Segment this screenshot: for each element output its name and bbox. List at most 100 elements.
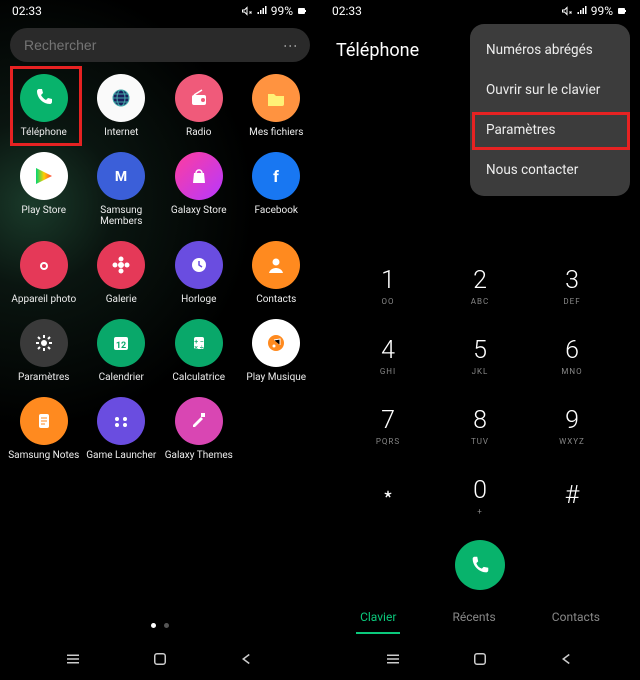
- key-number: 7: [381, 406, 395, 435]
- app-label: Contacts: [256, 294, 296, 305]
- dialpad-key-star[interactable]: ﹡: [342, 466, 434, 526]
- app-appareil-photo[interactable]: Appareil photo: [6, 241, 82, 305]
- app-icon: [20, 74, 68, 122]
- dialpad-key-6[interactable]: 6MNO: [526, 326, 618, 386]
- key-letters: TUV: [471, 437, 489, 446]
- tab-récents[interactable]: Récents: [449, 602, 500, 634]
- key-number: 6: [565, 336, 579, 365]
- app-icon: [175, 241, 223, 289]
- page-indicator[interactable]: [0, 623, 320, 628]
- app-icon: [175, 397, 223, 445]
- nav-home-icon[interactable]: [151, 650, 169, 668]
- app-label: Calendrier: [99, 372, 144, 383]
- app-paramètres[interactable]: Paramètres: [6, 319, 82, 383]
- nav-recents-icon[interactable]: [384, 650, 402, 668]
- dialpad-key-2[interactable]: 2ABC: [434, 256, 526, 316]
- page-dot-1[interactable]: [151, 623, 156, 628]
- phone-icon: [469, 554, 491, 576]
- app-label: Mes fichiers: [249, 127, 303, 138]
- status-battery-pct: 99%: [591, 4, 613, 18]
- app-internet[interactable]: Internet: [84, 74, 160, 138]
- app-calendrier[interactable]: 12 Calendrier: [84, 319, 160, 383]
- app-icon: [20, 241, 68, 289]
- nav-recents-icon[interactable]: [64, 650, 82, 668]
- dialpad-key-5[interactable]: 5JKL: [434, 326, 526, 386]
- dialpad: 1OO2ABC3DEF4GHI5JKL6MNO7PQRS8TUV9WXYZ﹡0+…: [320, 256, 640, 526]
- status-bar: 02:33 99%: [0, 0, 320, 22]
- app-label: Galaxy Store: [171, 205, 227, 216]
- menu-item-ouvrir-sur-le-clavier[interactable]: Ouvrir sur le clavier: [470, 70, 630, 110]
- key-letters: OO: [381, 297, 394, 306]
- dialpad-key-4[interactable]: 4 GHI: [342, 326, 434, 386]
- key-number: 0: [473, 476, 487, 505]
- app-galaxy-store[interactable]: Galaxy Store: [161, 152, 237, 227]
- tab-clavier[interactable]: Clavier: [356, 602, 400, 634]
- app-icon: [20, 397, 68, 445]
- app-icon: M: [97, 152, 145, 200]
- app-game-launcher[interactable]: Game Launcher: [84, 397, 160, 461]
- menu-item-paramètres[interactable]: Paramètres: [470, 110, 630, 150]
- status-time: 02:33: [332, 4, 362, 18]
- nav-back-icon[interactable]: [238, 650, 256, 668]
- app-icon: [175, 74, 223, 122]
- nav-back-icon[interactable]: [558, 650, 576, 668]
- dialpad-key-3[interactable]: 3DEF: [526, 256, 618, 316]
- dialpad-key-0[interactable]: 0+: [434, 466, 526, 526]
- app-label: Calculatrice: [172, 372, 225, 383]
- dialpad-key-hash[interactable]: #: [526, 466, 618, 526]
- overflow-menu: Numéros abrégésOuvrir sur le clavierPara…: [470, 24, 630, 196]
- app-icon: 12: [97, 319, 145, 367]
- app-label: Galerie: [106, 294, 137, 305]
- app-galaxy-themes[interactable]: Galaxy Themes: [161, 397, 237, 461]
- app-téléphone[interactable]: Téléphone: [6, 74, 82, 138]
- status-indicators: 99%: [561, 4, 628, 18]
- svg-text:M: M: [115, 169, 127, 185]
- key-number: 1: [381, 266, 395, 295]
- screen-phone-dialer: 02:33 99% Téléphone Numéros abrégésOuvri…: [320, 0, 640, 680]
- page-dot-2[interactable]: [164, 623, 169, 628]
- menu-item-numéros-abrégés[interactable]: Numéros abrégés: [470, 30, 630, 70]
- app-samsung-notes[interactable]: Samsung Notes: [6, 397, 82, 461]
- battery-icon: [296, 5, 308, 17]
- key-letters: PQRS: [376, 437, 400, 446]
- app-facebook[interactable]: f Facebook: [239, 152, 315, 227]
- app-grid: TéléphoneInternetRadio Mes fichiers Play S…: [0, 68, 320, 461]
- dialpad-key-8[interactable]: 8 TUV: [434, 396, 526, 456]
- mute-icon: [561, 5, 573, 17]
- key-number: 4: [381, 336, 395, 365]
- status-battery-pct: 99%: [271, 4, 293, 18]
- app-play-store[interactable]: Play Store: [6, 152, 82, 227]
- tab-contacts[interactable]: Contacts: [548, 602, 604, 634]
- dialpad-key-7[interactable]: 7 PQRS: [342, 396, 434, 456]
- app-label: Facebook: [255, 205, 298, 216]
- key-number: 8: [473, 406, 487, 435]
- app-icon: + −× ÷: [175, 319, 223, 367]
- menu-item-nous-contacter[interactable]: Nous contacter: [470, 150, 630, 190]
- search-bar[interactable]: ⋮: [10, 28, 310, 62]
- app-galerie[interactable]: Galerie: [84, 241, 160, 305]
- nav-home-icon[interactable]: [471, 650, 489, 668]
- app-horloge[interactable]: Horloge: [161, 241, 237, 305]
- app-radio[interactable]: Radio: [161, 74, 237, 138]
- call-button[interactable]: [455, 540, 505, 590]
- app-calculatrice[interactable]: + −× ÷ Calculatrice: [161, 319, 237, 383]
- dialpad-key-9[interactable]: 9WXYZ: [526, 396, 618, 456]
- dialpad-key-1[interactable]: 1 OO: [342, 256, 434, 316]
- svg-text:f: f: [273, 167, 279, 186]
- app-icon: [20, 319, 68, 367]
- app-mes-fichiers[interactable]: Mes fichiers: [239, 74, 315, 138]
- app-play-musique[interactable]: Play Musique: [239, 319, 315, 383]
- status-bar: 02:33 99%: [320, 0, 640, 22]
- app-icon: [97, 74, 145, 122]
- search-input[interactable]: [24, 37, 276, 53]
- app-icon: [252, 319, 300, 367]
- search-menu-icon[interactable]: ⋮: [282, 39, 298, 51]
- key-number: ﹡: [375, 477, 400, 513]
- key-letters: GHI: [380, 367, 396, 376]
- app-icon: [20, 152, 68, 200]
- app-icon: [252, 74, 300, 122]
- svg-text:× ÷: × ÷: [194, 344, 203, 352]
- key-letters: +: [477, 507, 483, 516]
- app-contacts[interactable]: Contacts: [239, 241, 315, 305]
- app-samsung-members[interactable]: MSamsung Members: [84, 152, 160, 227]
